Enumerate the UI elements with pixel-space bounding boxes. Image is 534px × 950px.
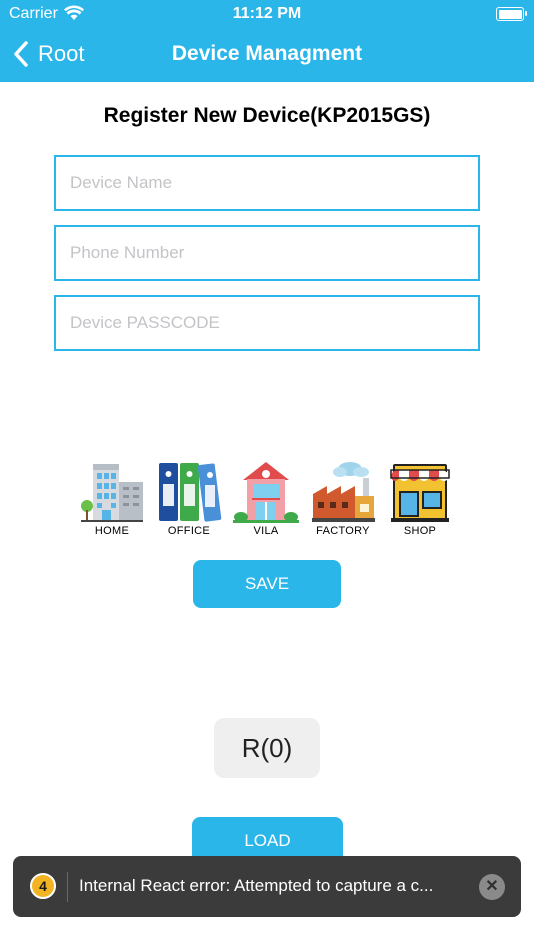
status-bar: Carrier 11:12 PM	[0, 0, 534, 28]
page-title: Device Managment	[171, 42, 363, 65]
passcode-field[interactable]	[54, 295, 480, 351]
device-type-label: VILA	[253, 525, 279, 537]
counter-button[interactable]: R(0)	[214, 718, 320, 778]
device-type-home[interactable]: HOME	[76, 460, 148, 537]
device-type-label: HOME	[94, 525, 130, 537]
device-type-label: FACTORY	[316, 525, 370, 537]
device-type-shop[interactable]: SHOP	[384, 460, 456, 537]
device-type-selector: HOME OFFICE VILA FACTORY SHOP	[76, 460, 460, 544]
toast-message: Internal React error: Attempted to captu…	[79, 876, 434, 895]
phone-number-field[interactable]	[54, 225, 480, 281]
battery-icon	[496, 7, 527, 21]
passcode-input[interactable]	[56, 297, 478, 349]
navigation-bar: Root Device Managment	[0, 28, 534, 82]
close-icon[interactable]: ✕	[479, 874, 505, 900]
phone-number-input[interactable]	[56, 227, 478, 279]
device-type-label: OFFICE	[167, 525, 211, 537]
device-type-factory[interactable]: FACTORY	[307, 460, 379, 537]
device-type-vila[interactable]: VILA	[230, 460, 302, 537]
device-name-input[interactable]	[56, 157, 478, 209]
clock: 11:12 PM	[232, 5, 302, 22]
form-heading: Register New Device(KP2015GS)	[103, 104, 431, 127]
office-binders-icon	[159, 463, 222, 522]
save-button[interactable]: SAVE	[193, 560, 341, 608]
device-name-field[interactable]	[54, 155, 480, 211]
toast-divider	[67, 872, 68, 902]
device-type-label: SHOP	[403, 525, 437, 537]
error-count-badge: 4	[30, 873, 56, 899]
device-type-office[interactable]: OFFICE	[153, 460, 225, 537]
villa-house-icon	[233, 462, 299, 523]
home-building-icon	[81, 464, 143, 522]
shop-storefront-icon	[390, 464, 450, 522]
factory-icon	[312, 462, 375, 522]
error-toast[interactable]: 4 Internal React error: Attempted to cap…	[13, 856, 521, 917]
